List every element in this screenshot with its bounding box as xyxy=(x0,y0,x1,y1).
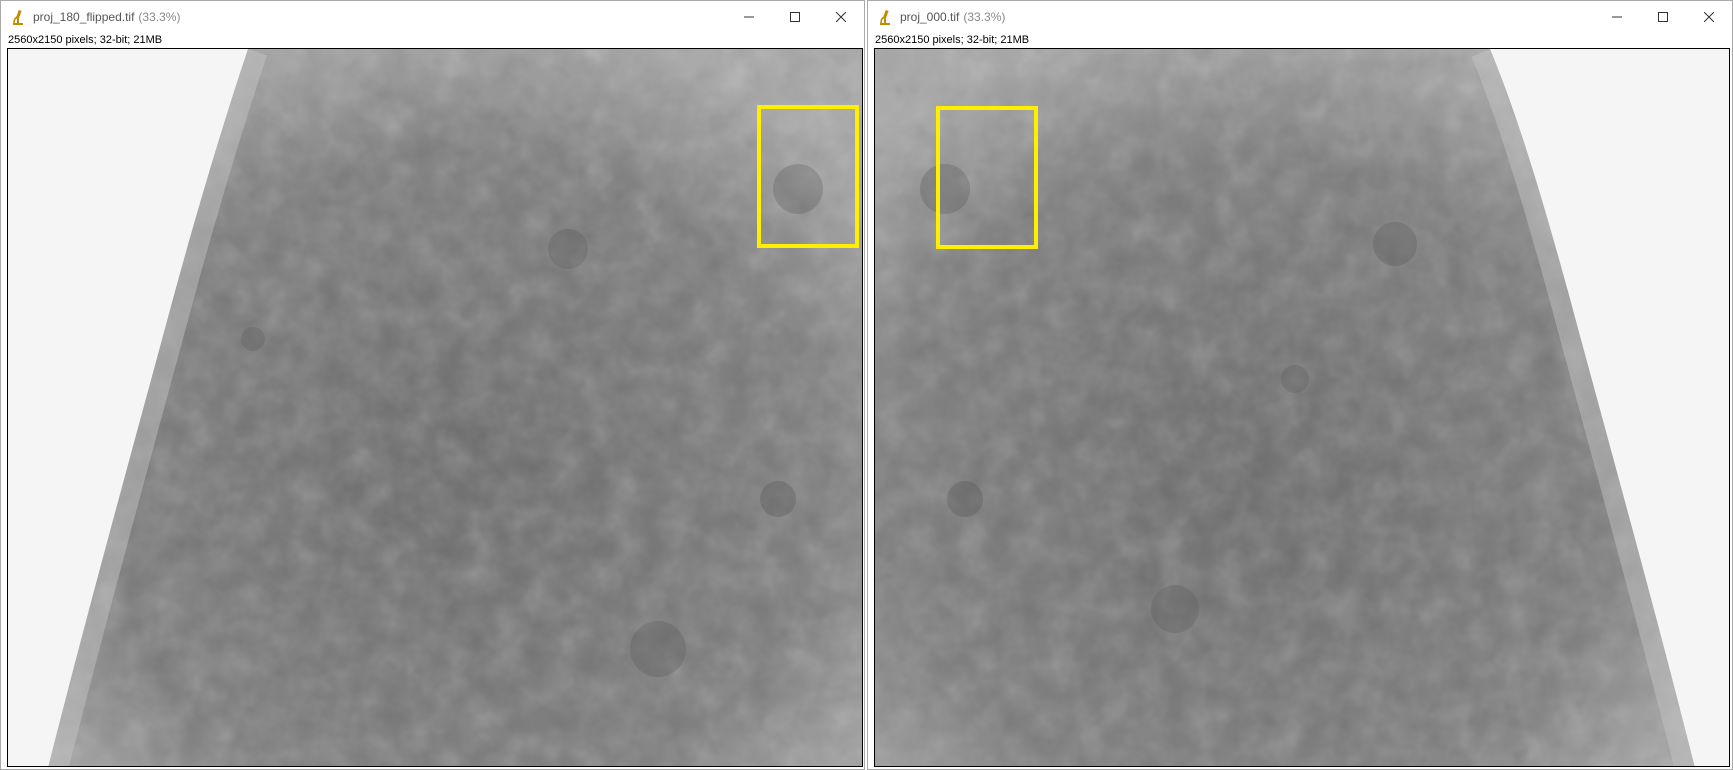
close-button[interactable] xyxy=(1686,1,1732,33)
roi-rectangle[interactable] xyxy=(936,106,1038,249)
microscope-icon xyxy=(880,9,890,25)
xray-projection-image xyxy=(8,49,862,766)
image-canvas[interactable] xyxy=(7,48,863,767)
maximize-icon xyxy=(790,12,800,22)
zoom-level: (33.3%) xyxy=(963,10,1006,24)
image-window-left[interactable]: proj_180_flipped.tif (33.3%) 2560x2150 pi… xyxy=(0,0,865,770)
title-bar[interactable]: proj_000.tif (33.3%) xyxy=(868,1,1732,33)
maximize-button[interactable] xyxy=(1640,1,1686,33)
window-title: proj_000.tif (33.3%) xyxy=(900,9,1005,25)
file-name: proj_000.tif xyxy=(900,10,960,24)
roi-rectangle[interactable] xyxy=(757,105,859,248)
zoom-level: (33.3%) xyxy=(138,10,181,24)
maximize-icon xyxy=(1658,12,1668,22)
image-info: 2560x2150 pixels; 32-bit; 21MB xyxy=(8,34,163,46)
image-canvas[interactable] xyxy=(874,48,1730,767)
file-name: proj_180_flipped.tif xyxy=(33,10,135,24)
close-icon xyxy=(1704,12,1714,22)
minimize-icon xyxy=(1612,16,1622,18)
close-button[interactable] xyxy=(818,1,864,33)
title-bar[interactable]: proj_180_flipped.tif (33.3%) xyxy=(1,1,864,33)
close-icon xyxy=(836,12,846,22)
minimize-button[interactable] xyxy=(726,1,772,33)
maximize-button[interactable] xyxy=(772,1,818,33)
minimize-button[interactable] xyxy=(1594,1,1640,33)
microscope-icon xyxy=(13,9,23,25)
window-title: proj_180_flipped.tif (33.3%) xyxy=(33,9,180,25)
image-window-right[interactable]: proj_000.tif (33.3%) 2560x2150 pixels; 32… xyxy=(867,0,1733,770)
minimize-icon xyxy=(744,16,754,18)
image-info: 2560x2150 pixels; 32-bit; 21MB xyxy=(875,34,1030,46)
